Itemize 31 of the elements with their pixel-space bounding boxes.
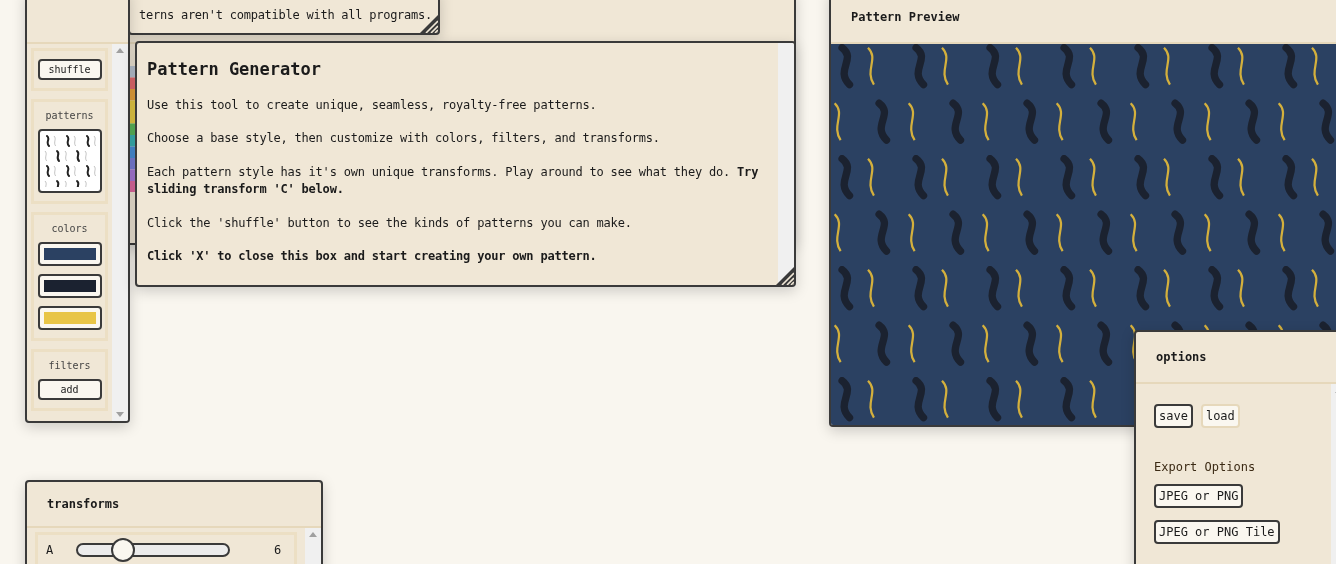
save-button[interactable]: save <box>1154 404 1193 428</box>
instruction-text: Click 'X' to close this box and start creating your own pattern. <box>147 247 598 265</box>
color-swatch[interactable] <box>37 306 102 330</box>
slider-label: A <box>46 543 55 557</box>
preview-title: Pattern Preview <box>851 10 960 24</box>
add-filter-button[interactable]: add <box>37 379 102 400</box>
slider-thumb[interactable] <box>111 538 135 562</box>
transforms-title: transforms <box>47 497 120 511</box>
scrollbar[interactable] <box>305 528 321 564</box>
color-swatch[interactable] <box>37 274 102 298</box>
scrollbar[interactable] <box>778 43 794 285</box>
slider-value: 6 <box>274 543 282 557</box>
shuffle-button[interactable]: shuffle <box>37 59 102 80</box>
patterns-label: patterns <box>45 110 94 121</box>
note-text: terns aren't compatible with all programs. <box>139 8 432 22</box>
pattern-thumbnail[interactable] <box>37 129 102 193</box>
options-title: options <box>1156 350 1207 364</box>
filters-label: filters <box>48 360 91 371</box>
export-options-label: Export Options <box>1154 460 1256 474</box>
instruction-text: Each pattern style has it's own unique transforms. Play around to see what they do. Try sliding transform 'C' below. <box>147 163 760 199</box>
colors-label: colors <box>51 223 88 234</box>
instruction-text: Click the 'shuffle' button to see the kinds of patterns you can make. <box>147 214 633 232</box>
export-button[interactable]: JPEG or PNG Tile <box>1154 520 1280 544</box>
load-button[interactable]: load <box>1200 404 1240 428</box>
export-button[interactable]: JPEG or PNG <box>1154 484 1244 508</box>
color-swatch[interactable] <box>37 242 102 266</box>
generator-title: Pattern Generator <box>147 59 322 79</box>
instruction-text: Choose a base style, then customize with colors, filters, and transforms. <box>147 130 661 148</box>
resize-grip-icon[interactable] <box>776 267 794 285</box>
slider[interactable] <box>76 537 230 563</box>
instruction-text: Use this tool to create unique, seamless, royalty-free patterns. <box>147 97 598 114</box>
